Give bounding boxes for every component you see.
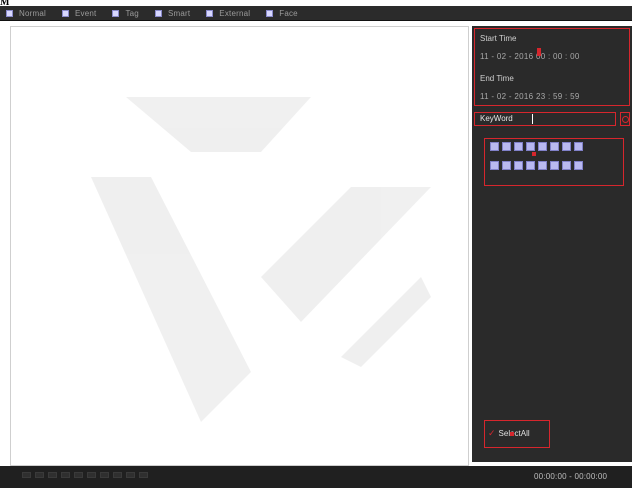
tab-label: External xyxy=(219,8,251,18)
channel-checkbox[interactable] xyxy=(526,161,535,170)
watermark-graphic xyxy=(91,97,431,422)
tab-label: Smart xyxy=(167,8,191,18)
stop-button[interactable] xyxy=(48,472,57,478)
frame-back-button[interactable] xyxy=(100,472,109,478)
channel-checkbox[interactable] xyxy=(502,161,511,170)
tab-label: Tag xyxy=(125,8,139,18)
end-time-field[interactable]: 11 - 02 - 2016 23 : 59 : 59 xyxy=(480,92,580,101)
channel-checkbox[interactable] xyxy=(550,142,559,151)
time-range-display: 00:00:00 - 00:00:00 xyxy=(534,472,608,481)
pause-button[interactable] xyxy=(35,472,44,478)
checkbox-icon[interactable] xyxy=(112,9,120,17)
tab-label: Normal xyxy=(19,8,46,18)
focus-marker xyxy=(537,48,541,56)
keyword-label: KeyWord xyxy=(480,114,513,123)
volume-button[interactable] xyxy=(126,472,135,478)
tab-label: Face xyxy=(279,8,298,18)
select-all-label: SelectAll xyxy=(498,429,530,438)
keyword-search-button[interactable] xyxy=(620,112,630,126)
slow-button[interactable] xyxy=(74,472,83,478)
channel-checkbox[interactable] xyxy=(514,142,523,151)
channel-checkbox[interactable] xyxy=(538,161,547,170)
channel-checkbox[interactable] xyxy=(574,142,583,151)
frame-forward-button[interactable] xyxy=(113,472,122,478)
checkbox-icon[interactable] xyxy=(206,9,214,17)
play-button[interactable] xyxy=(22,472,31,478)
tab-normal[interactable]: Normal xyxy=(6,6,46,20)
rewind-button[interactable] xyxy=(61,472,70,478)
fast-button[interactable] xyxy=(87,472,96,478)
tab-label: Event xyxy=(74,8,97,18)
channel-checkbox[interactable] xyxy=(550,161,559,170)
end-time-label: End Time xyxy=(480,74,514,83)
channel-checkbox[interactable] xyxy=(490,161,499,170)
checkbox-icon[interactable] xyxy=(154,9,162,17)
channel-checkbox[interactable] xyxy=(526,142,535,151)
start-time-field[interactable]: 11 - 02 - 2016 00 : 00 : 00 xyxy=(480,52,580,61)
channel-checkbox[interactable] xyxy=(562,161,571,170)
playback-preview[interactable] xyxy=(10,26,469,466)
channel-grid xyxy=(490,142,620,180)
start-time-label: Start Time xyxy=(480,34,517,43)
focus-marker xyxy=(510,432,514,436)
channel-checkbox[interactable] xyxy=(490,142,499,151)
tab-face[interactable]: Face xyxy=(266,6,298,20)
channel-checkbox[interactable] xyxy=(574,161,583,170)
keyword-input[interactable] xyxy=(532,114,613,124)
channel-row xyxy=(490,142,620,151)
channel-row xyxy=(490,161,620,170)
tab-bar: Normal Event Tag Smart External Face xyxy=(0,6,632,21)
checkbox-icon[interactable] xyxy=(61,9,69,17)
tab-event[interactable]: Event xyxy=(61,6,97,20)
checkbox-icon[interactable] xyxy=(266,9,274,17)
select-all-checkbox[interactable]: ✓ SelectAll xyxy=(488,428,530,439)
search-icon xyxy=(621,115,629,123)
checkmark-icon: ✓ xyxy=(488,428,496,438)
more-button[interactable] xyxy=(139,472,148,478)
tab-external[interactable]: External xyxy=(206,6,250,20)
playback-controls xyxy=(22,472,148,478)
checkbox-icon[interactable] xyxy=(6,9,13,17)
channel-checkbox[interactable] xyxy=(514,161,523,170)
channel-checkbox[interactable] xyxy=(562,142,571,151)
tab-tag[interactable]: Tag xyxy=(112,6,139,20)
channel-checkbox[interactable] xyxy=(538,142,547,151)
channel-checkbox[interactable] xyxy=(502,142,511,151)
focus-marker xyxy=(532,152,536,156)
tab-smart[interactable]: Smart xyxy=(154,6,191,20)
